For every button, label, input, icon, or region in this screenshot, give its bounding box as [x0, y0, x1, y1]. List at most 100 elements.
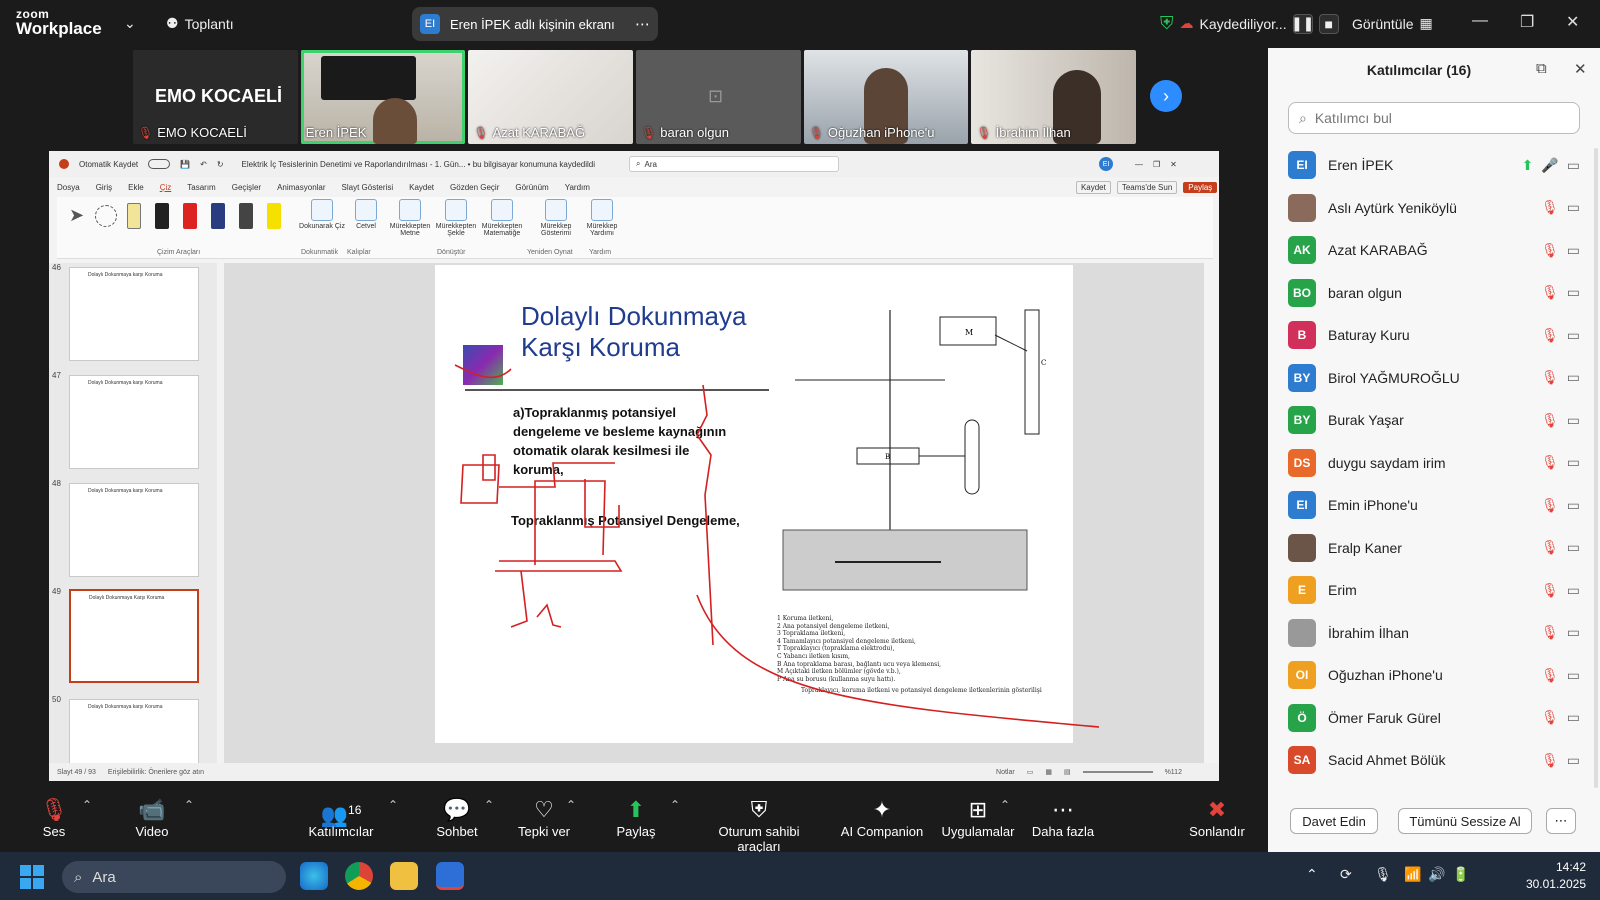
- participant-search[interactable]: ⌕ Katılımcı bul: [1288, 102, 1580, 134]
- mute-all-button[interactable]: Tümünü Sessize Al: [1398, 808, 1532, 834]
- camera-icon[interactable]: ▭: [1567, 624, 1580, 641]
- black-pen-icon[interactable]: [155, 203, 169, 229]
- account-avatar[interactable]: EI: [1099, 157, 1113, 171]
- close-button[interactable]: ✕: [1566, 12, 1579, 32]
- highlighter-pen-icon[interactable]: [127, 203, 141, 229]
- mic-icon[interactable]: 🎤: [1541, 157, 1558, 174]
- close-icon[interactable]: ✕: [1170, 160, 1177, 169]
- menu-animations[interactable]: Animasyonlar: [277, 183, 325, 192]
- menu-file[interactable]: Dosya: [57, 183, 80, 192]
- undo-icon[interactable]: ↶: [200, 160, 207, 169]
- camera-icon[interactable]: ▭: [1567, 327, 1580, 344]
- close-panel-icon[interactable]: ✕: [1574, 60, 1587, 78]
- edge-icon[interactable]: [300, 862, 328, 890]
- chevron-down-icon[interactable]: ⌄: [124, 15, 136, 32]
- participant-row[interactable]: OI Oğuzhan iPhone'u 🎙 ▭: [1288, 654, 1580, 696]
- participant-row[interactable]: Ö Ömer Faruk Gürel 🎙 ▭: [1288, 697, 1580, 739]
- camera-icon[interactable]: ▭: [1567, 582, 1580, 599]
- meeting-menu[interactable]: ⚉ Toplantı: [166, 15, 234, 32]
- video-tile[interactable]: EMO KOCAELİ 🎙 EMO KOCAELİ: [133, 50, 298, 144]
- autosave-toggle[interactable]: [148, 159, 171, 169]
- mic-muted-icon[interactable]: 🎙: [1541, 667, 1559, 684]
- mic-muted-icon[interactable]: 🎙: [1541, 412, 1559, 429]
- participant-row[interactable]: Eralp Kaner 🎙 ▭: [1288, 527, 1580, 569]
- more-options-button[interactable]: ⋯: [1546, 808, 1576, 834]
- video-tile[interactable]: 🎙 Azat KARABAĞ: [468, 50, 634, 144]
- camera-icon[interactable]: ▭: [1567, 539, 1580, 556]
- next-page-button[interactable]: ›: [1150, 80, 1182, 112]
- view-button[interactable]: Görüntüle ▦: [1352, 15, 1433, 32]
- menu-home[interactable]: Giriş: [96, 183, 112, 192]
- menu-view[interactable]: Görünüm: [515, 183, 548, 192]
- current-slide[interactable]: Dolaylı Dokunmaya Karşı Koruma a)Toprakl…: [435, 265, 1100, 743]
- video-tile[interactable]: 🎙 Oğuzhan iPhone'u: [803, 50, 969, 144]
- video-tile[interactable]: ⊡ 🎙 baran olgun: [636, 50, 801, 144]
- mic-muted-icon[interactable]: 🎙: [1541, 709, 1559, 726]
- participants-caret[interactable]: ⌃: [388, 798, 398, 812]
- menu-record[interactable]: Kaydet: [409, 183, 434, 192]
- participant-row[interactable]: EI Eren İPEK ⬆ 🎤 ▭: [1288, 144, 1580, 186]
- react-caret[interactable]: ⌃: [566, 798, 576, 812]
- audio-options-caret[interactable]: ⌃: [82, 798, 92, 812]
- menu-slideshow[interactable]: Slayt Gösterisi: [342, 183, 394, 192]
- slide-thumb[interactable]: Dolaylı Dokunmaya karşı Koruma: [69, 699, 199, 763]
- more-button[interactable]: ⋯ Daha fazla: [1030, 796, 1096, 839]
- gray-pen-icon[interactable]: [239, 203, 253, 229]
- slide-thumb[interactable]: Dolaylı Dokunmaya karşı Koruma: [69, 267, 199, 361]
- invite-button[interactable]: Davet Edin: [1290, 808, 1378, 834]
- participant-row[interactable]: SA Sacid Ahmet Bölük 🎙 ▭: [1288, 739, 1580, 781]
- react-button[interactable]: ♡ Tepki ver: [516, 796, 572, 839]
- chat-caret[interactable]: ⌃: [484, 798, 494, 812]
- share-indicator[interactable]: EI Eren İPEK adlı kişinin ekranı ⋯: [412, 7, 658, 41]
- host-tools-button[interactable]: ⛨ Oturum sahibi araçları: [696, 796, 822, 854]
- ink-to-shape-button[interactable]: Mürekkepten Şekle: [433, 199, 479, 237]
- camera-icon[interactable]: ▭: [1567, 199, 1580, 216]
- menu-insert[interactable]: Ekle: [128, 183, 144, 192]
- accessibility-status[interactable]: Erişilebilirlik: Önerilere göz atın: [108, 769, 204, 776]
- camera-icon[interactable]: ▭: [1567, 667, 1580, 684]
- ink-replay-button[interactable]: Mürekkep Gösterimi: [533, 199, 579, 237]
- record-button[interactable]: Kaydet: [1075, 180, 1111, 194]
- ai-companion-button[interactable]: ✦ AI Companion: [836, 796, 928, 839]
- camera-icon[interactable]: ▭: [1567, 497, 1580, 514]
- restore-icon[interactable]: ❐: [1153, 160, 1160, 169]
- participant-row[interactable]: BY Birol YAĞMUROĞLU 🎙 ▭: [1288, 357, 1580, 399]
- chrome-icon[interactable]: [345, 862, 373, 890]
- clock[interactable]: 14:42 30.01.2025: [1506, 859, 1586, 893]
- sync-icon[interactable]: ⟳: [1340, 866, 1352, 883]
- volume-icon[interactable]: 🔊: [1428, 866, 1445, 883]
- slide-thumb[interactable]: Dolaylı Dokunmaya karşı Koruma: [69, 483, 199, 577]
- file-explorer-icon[interactable]: [390, 862, 418, 890]
- ink-to-math-button[interactable]: Mürekkepten Matematiğe: [479, 199, 525, 237]
- normal-view-icon[interactable]: ▭: [1027, 768, 1034, 776]
- restore-button[interactable]: ❐: [1520, 12, 1534, 32]
- participant-row[interactable]: BY Burak Yaşar 🎙 ▭: [1288, 399, 1580, 441]
- microphone-icon[interactable]: 🎙: [1374, 866, 1392, 883]
- mic-muted-icon[interactable]: 🎙: [1541, 369, 1559, 386]
- camera-icon[interactable]: ▭: [1567, 242, 1580, 259]
- yellow-highlighter-icon[interactable]: [267, 203, 281, 229]
- ink-help-button[interactable]: Mürekkep Yardımı: [579, 199, 625, 237]
- menu-transitions[interactable]: Geçişler: [232, 183, 261, 192]
- zoom-slider[interactable]: [1082, 771, 1153, 773]
- ruler-button[interactable]: Cetvel: [343, 199, 389, 230]
- participant-row[interactable]: DS duygu saydam irim 🎙 ▭: [1288, 442, 1580, 484]
- mic-muted-icon[interactable]: 🎙: [1541, 284, 1559, 301]
- share-caret[interactable]: ⌃: [670, 798, 680, 812]
- sorter-view-icon[interactable]: ▦: [1045, 768, 1052, 776]
- reading-view-icon[interactable]: ▤: [1064, 768, 1071, 776]
- list-scrollbar[interactable]: [1594, 148, 1598, 788]
- participant-row[interactable]: Aslı Aytürk Yeniköylü 🎙 ▭: [1288, 187, 1580, 229]
- slide-thumb[interactable]: Dolaylı Dokunmaya karşı Koruma: [69, 375, 199, 469]
- camera-icon[interactable]: ▭: [1567, 157, 1580, 174]
- menu-design[interactable]: Tasarım: [187, 183, 215, 192]
- stop-recording-button[interactable]: ■: [1318, 13, 1339, 34]
- camera-icon[interactable]: ▭: [1567, 369, 1580, 386]
- slide-thumb-selected[interactable]: Dolaylı Dokunmaya Karşı Koruma: [69, 589, 199, 683]
- mic-muted-icon[interactable]: 🎙: [1541, 582, 1559, 599]
- video-tile-active-speaker[interactable]: Eren İPEK: [300, 50, 466, 144]
- redo-icon[interactable]: ↻: [217, 160, 224, 169]
- camera-icon[interactable]: ▭: [1567, 709, 1580, 726]
- pause-recording-button[interactable]: ❚❚: [1291, 13, 1314, 34]
- select-arrow-icon[interactable]: ➤: [69, 205, 84, 226]
